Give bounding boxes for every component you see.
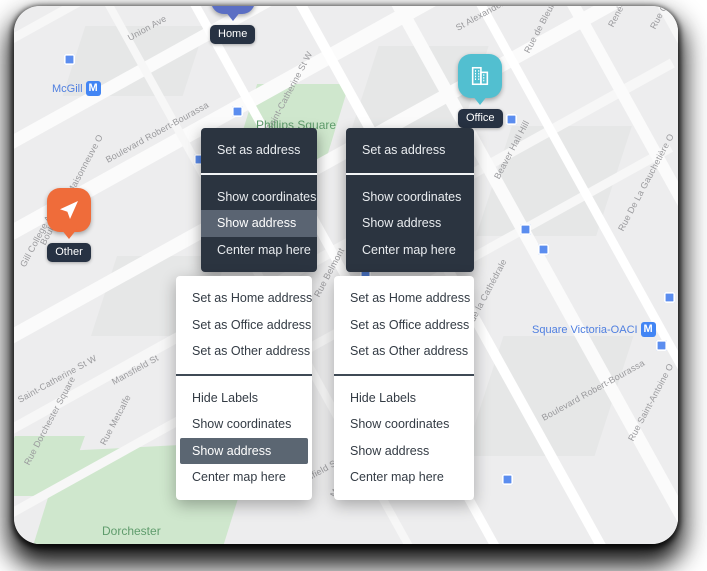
screenshot-root: Union Ave Boulevard de Maisonneuve O Sai…: [0, 0, 707, 571]
metro-badge-icon: M: [85, 81, 101, 96]
pin-label-other: Other: [47, 243, 91, 262]
pin-label-home: Home: [210, 25, 256, 44]
menu-item-set-as-home-address[interactable]: Set as Home address: [176, 285, 312, 312]
street-label: Rue Metcalfe: [98, 393, 133, 447]
pin-other[interactable]: Other: [47, 188, 91, 262]
menu-item-set-as-other-address[interactable]: Set as Other address: [334, 338, 474, 365]
menu-section: Show coordinates Show address Center map h…: [201, 172, 317, 273]
map-poi-icon[interactable]: [520, 224, 531, 235]
map-panel[interactable]: Union Ave Boulevard de Maisonneuve O Sai…: [14, 6, 678, 544]
park-label-dorchester: Dorchester: [102, 524, 161, 538]
menu-section: Hide Labels Show coordinates Show address C…: [334, 373, 474, 500]
context-menu-light-a[interactable]: Set as Home address Set as Office address…: [176, 276, 312, 500]
menu-item-show-address[interactable]: Show address: [201, 210, 317, 237]
menu-section: Hide Labels Show coordinates Show address C…: [176, 373, 312, 500]
map-canvas[interactable]: Union Ave Boulevard de Maisonneuve O Sai…: [14, 6, 678, 544]
menu-item-set-as-office-address[interactable]: Set as Office address: [334, 312, 474, 339]
pin-office[interactable]: Office: [458, 54, 503, 128]
poi-label-text: Square Victoria-OACI: [532, 323, 638, 336]
context-menu-dark-b[interactable]: Set as address Show coordinates Show addre…: [346, 128, 474, 272]
map-poi-icon[interactable]: [502, 474, 513, 485]
map-poi-icon[interactable]: [656, 340, 667, 351]
menu-item-set-as-address[interactable]: Set as address: [346, 137, 474, 164]
street-label: Rue Saint-Antoine O: [626, 361, 676, 443]
poi-square-victoria-station[interactable]: Square Victoria-OACI M: [532, 322, 656, 337]
context-menu-light-b[interactable]: Set as Home address Set as Office address…: [334, 276, 474, 500]
menu-section: Set as Home address Set as Office address…: [334, 276, 474, 374]
menu-item-center-map-here[interactable]: Center map here: [346, 237, 474, 264]
menu-item-set-as-other-address[interactable]: Set as Other address: [176, 338, 312, 365]
menu-item-set-as-home-address[interactable]: Set as Home address: [334, 285, 474, 312]
menu-item-hide-labels[interactable]: Hide Labels: [176, 385, 312, 412]
context-menu-dark-a[interactable]: Set as address Show coordinates Show addre…: [201, 128, 317, 272]
menu-item-center-map-here[interactable]: Center map here: [201, 237, 317, 264]
menu-item-show-coordinates[interactable]: Show coordinates: [334, 411, 474, 438]
poi-mcgill-station[interactable]: McGill M: [52, 81, 101, 96]
navigation-arrow-icon: [47, 188, 91, 239]
menu-item-set-as-address[interactable]: Set as address: [201, 137, 317, 164]
menu-item-show-coordinates[interactable]: Show coordinates: [346, 184, 474, 211]
map-poi-icon[interactable]: [506, 114, 517, 125]
menu-item-hide-labels[interactable]: Hide Labels: [334, 385, 474, 412]
menu-section: Show coordinates Show address Center map h…: [346, 172, 474, 273]
metro-badge-icon: M: [640, 322, 656, 337]
map-poi-icon[interactable]: [538, 244, 549, 255]
map-poi-icon[interactable]: [64, 54, 75, 65]
menu-section: Set as address: [201, 128, 317, 173]
menu-item-show-address[interactable]: Show address: [180, 437, 308, 464]
map-poi-icon[interactable]: [232, 106, 243, 117]
pin-home[interactable]: Home: [210, 6, 256, 44]
poi-label-text: McGill: [52, 82, 83, 95]
menu-item-center-map-here[interactable]: Center map here: [334, 464, 474, 491]
menu-item-show-address[interactable]: Show address: [346, 210, 474, 237]
office-building-icon: [458, 54, 503, 105]
menu-item-set-as-office-address[interactable]: Set as Office address: [176, 312, 312, 339]
pin-label-office: Office: [458, 109, 503, 128]
menu-item-show-coordinates[interactable]: Show coordinates: [201, 184, 317, 211]
menu-section: Set as Home address Set as Office address…: [176, 276, 312, 374]
home-pin-icon: [210, 6, 255, 21]
menu-item-show-coordinates[interactable]: Show coordinates: [176, 411, 312, 438]
map-poi-icon[interactable]: [664, 292, 675, 303]
menu-item-show-address[interactable]: Show address: [334, 438, 474, 465]
menu-section: Set as address: [346, 128, 474, 173]
menu-item-center-map-here[interactable]: Center map here: [176, 464, 312, 491]
